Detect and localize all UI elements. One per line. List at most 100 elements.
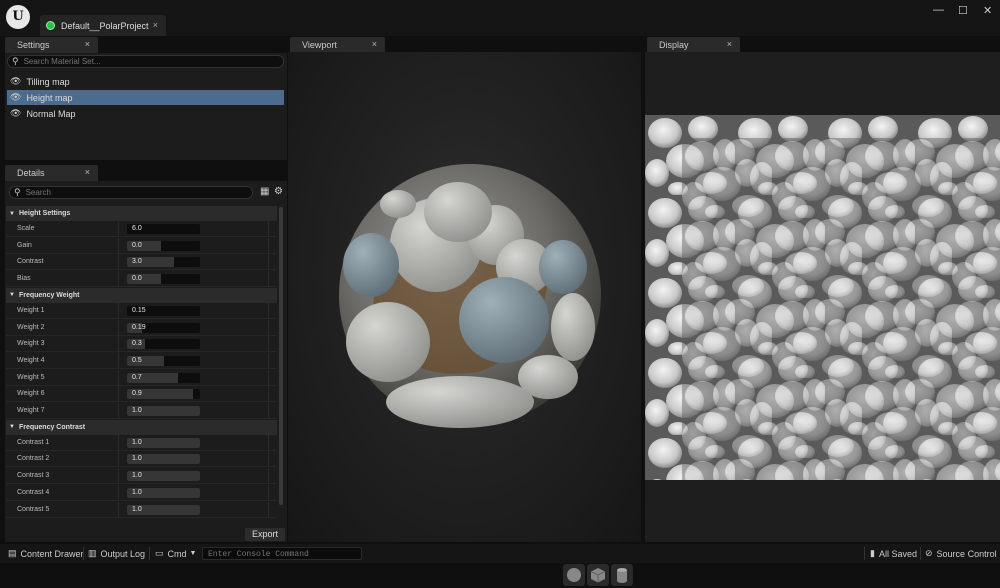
- tab-settings[interactable]: Settings ×: [5, 37, 98, 53]
- close-project-tab-icon[interactable]: ×: [153, 20, 158, 30]
- tab-display[interactable]: Display ×: [647, 37, 740, 53]
- eye-icon[interactable]: 👁: [10, 92, 21, 103]
- section-title: Frequency Weight: [18, 291, 80, 299]
- column-divider: [268, 271, 269, 288]
- output-log-button[interactable]: ▥ Output Log: [88, 544, 145, 563]
- property-row: Weight 4 0.5: [6, 352, 277, 369]
- property-value-slider[interactable]: 0.5: [127, 355, 200, 366]
- material-search-input-wrapper[interactable]: ⚲: [7, 55, 284, 68]
- property-value-slider[interactable]: 1.0: [127, 437, 200, 448]
- property-value: 1.0: [132, 472, 142, 480]
- column-divider: [268, 369, 269, 386]
- cmd-dropdown[interactable]: ▭ Cmd ▼: [155, 544, 196, 563]
- property-value: 1.0: [132, 488, 142, 496]
- close-settings-tab-icon[interactable]: ×: [85, 39, 90, 49]
- property-value: 0.15: [132, 306, 146, 314]
- section-title: Height Settings: [18, 210, 71, 217]
- property-label: Contrast 4: [17, 488, 50, 496]
- property-value-slider[interactable]: 1.0: [127, 406, 200, 416]
- material-item[interactable]: 👁 Tilling map: [7, 74, 284, 89]
- property-value: 1.0: [132, 505, 142, 513]
- column-divider: [268, 451, 269, 468]
- console-input[interactable]: [203, 549, 353, 560]
- viewport-panel[interactable]: [288, 52, 641, 586]
- source-control-icon: ⊘: [925, 548, 933, 558]
- material-item[interactable]: 👁 Height map: [7, 90, 284, 105]
- content-drawer-label: Content Drawer: [20, 548, 84, 559]
- source-control-button[interactable]: ⊘ Source Control: [925, 544, 997, 563]
- material-item-label: Height map: [26, 92, 73, 103]
- content-drawer-button[interactable]: ▤ Content Drawer: [8, 544, 84, 563]
- property-value: 1.0: [132, 438, 142, 446]
- column-divider: [268, 319, 269, 336]
- property-row: Contrast 2 1.0: [6, 451, 277, 468]
- preview-cube-button[interactable]: [587, 564, 609, 586]
- section-header[interactable]: ▼ Frequency Contrast: [6, 419, 277, 435]
- export-button[interactable]: Export: [245, 528, 285, 541]
- property-row: Weight 3 0.3: [6, 336, 277, 353]
- column-divider: [268, 352, 269, 369]
- divider: [920, 547, 921, 560]
- column-divider: [118, 221, 119, 237]
- eye-icon[interactable]: 👁: [10, 76, 21, 87]
- project-tab[interactable]: Default__PolarProject ×: [40, 15, 166, 36]
- details-search-input-wrapper[interactable]: ⚲: [9, 186, 253, 199]
- console-input-wrapper[interactable]: [202, 547, 362, 560]
- property-label: Weight 6: [17, 390, 45, 398]
- section-header[interactable]: ▼ Height Settings: [6, 206, 277, 221]
- details-scrollbar[interactable]: [279, 207, 283, 505]
- tab-display-label: Display: [659, 40, 689, 50]
- section-header[interactable]: ▼ Frequency Weight: [6, 287, 277, 303]
- property-value-slider[interactable]: 1.0: [127, 504, 200, 515]
- column-divider: [118, 369, 119, 386]
- minimize-button[interactable]: —: [933, 4, 944, 16]
- material-search-input[interactable]: [23, 57, 224, 66]
- property-value-slider[interactable]: 0.7: [127, 372, 200, 383]
- details-search-input[interactable]: [25, 188, 226, 197]
- unreal-logo-icon: U: [6, 5, 30, 29]
- column-divider: [118, 336, 119, 353]
- property-value-slider[interactable]: 0.3: [127, 339, 200, 350]
- tab-viewport[interactable]: Viewport ×: [290, 37, 385, 53]
- close-details-tab-icon[interactable]: ×: [85, 167, 90, 177]
- tab-viewport-label: Viewport: [302, 40, 337, 50]
- gear-icon[interactable]: ⚙: [274, 186, 283, 197]
- property-row: Bias 0.0: [6, 271, 277, 288]
- eye-icon[interactable]: 👁: [10, 108, 21, 119]
- material-item-label: Tilling map: [26, 76, 70, 87]
- property-row: Weight 2 0.19: [6, 319, 277, 336]
- property-value-slider[interactable]: 3.0: [127, 257, 200, 268]
- property-value-slider[interactable]: 0.9: [127, 389, 200, 400]
- property-value-slider[interactable]: 6.0: [127, 224, 200, 234]
- property-label: Contrast 1: [17, 438, 50, 446]
- property-value-slider[interactable]: 0.19: [127, 322, 200, 333]
- property-label: Scale: [17, 225, 35, 232]
- chevron-down-icon: ▼: [9, 424, 15, 431]
- material-preview-sphere[interactable]: [288, 52, 641, 542]
- material-item[interactable]: 👁 Normal Map: [7, 106, 284, 121]
- property-value-slider[interactable]: 0.0: [127, 240, 200, 251]
- close-window-button[interactable]: ✕: [983, 4, 992, 17]
- terminal-icon: ▭: [155, 548, 164, 558]
- preview-sphere-button[interactable]: [563, 564, 585, 586]
- all-saved-button[interactable]: ▮ All Saved: [870, 544, 917, 563]
- maximize-button[interactable]: ☐: [958, 4, 968, 17]
- property-label: Contrast 5: [17, 505, 50, 513]
- close-viewport-tab-icon[interactable]: ×: [372, 39, 377, 49]
- display-panel: [645, 52, 1000, 542]
- property-label: Weight 7: [17, 407, 45, 414]
- project-status-icon: [46, 21, 55, 30]
- property-value-slider[interactable]: 1.0: [127, 487, 200, 498]
- property-value: 0.3: [132, 340, 142, 348]
- preview-cylinder-button[interactable]: [611, 564, 633, 586]
- tab-details[interactable]: Details ×: [5, 165, 98, 181]
- property-value-slider[interactable]: 0.0: [127, 274, 200, 285]
- column-divider: [268, 302, 269, 319]
- close-display-tab-icon[interactable]: ×: [727, 39, 732, 49]
- table-view-icon[interactable]: ▦: [260, 186, 269, 197]
- tab-settings-label: Settings: [17, 40, 50, 50]
- property-value-slider[interactable]: 1.0: [127, 454, 200, 465]
- property-value-slider[interactable]: 0.15: [127, 305, 200, 316]
- property-value-slider[interactable]: 1.0: [127, 471, 200, 482]
- column-divider: [118, 302, 119, 319]
